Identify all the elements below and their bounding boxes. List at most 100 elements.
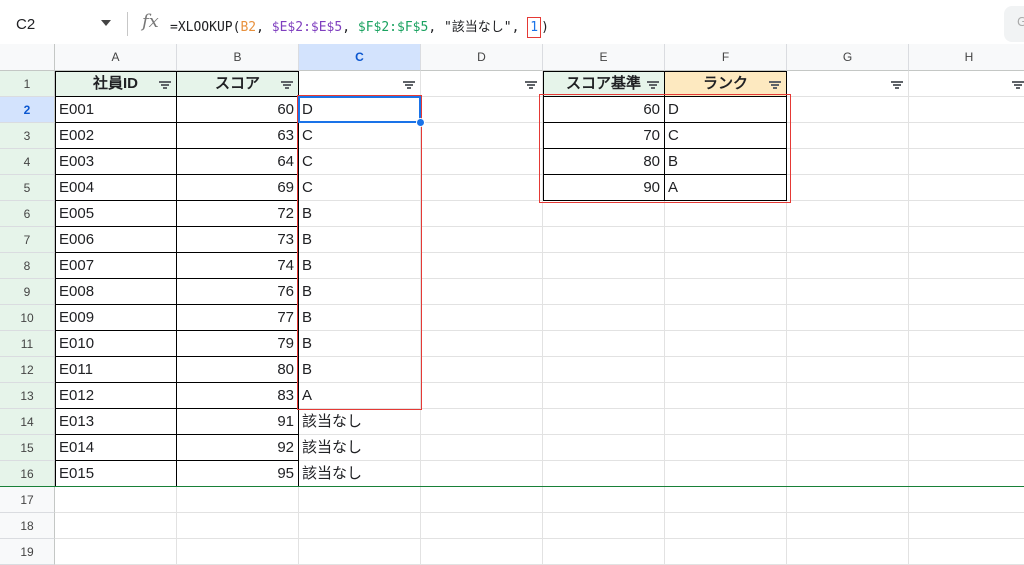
- cell[interactable]: [665, 279, 787, 305]
- rank-result-cell[interactable]: B: [299, 305, 421, 331]
- cell[interactable]: [909, 461, 1024, 487]
- employee-id-cell[interactable]: E004: [55, 175, 177, 201]
- formula-input[interactable]: =XLOOKUP(B2, $E$2:$E$5, $F$2:$F$5, "該当なし…: [170, 16, 549, 38]
- cell[interactable]: [543, 331, 665, 357]
- score-cell[interactable]: 60: [177, 97, 299, 123]
- criteria-threshold-cell[interactable]: 90: [543, 175, 665, 201]
- cell[interactable]: [55, 539, 177, 565]
- rank-result-cell[interactable]: D: [299, 97, 421, 123]
- cell[interactable]: [909, 123, 1024, 149]
- employee-id-cell[interactable]: E002: [55, 123, 177, 149]
- row-header-8[interactable]: 8: [0, 253, 55, 279]
- cell[interactable]: [665, 331, 787, 357]
- cell[interactable]: [909, 331, 1024, 357]
- score-cell[interactable]: 64: [177, 149, 299, 175]
- score-cell[interactable]: 76: [177, 279, 299, 305]
- cell[interactable]: [787, 461, 909, 487]
- column-header-e[interactable]: E: [543, 44, 665, 71]
- employee-id-cell[interactable]: E001: [55, 97, 177, 123]
- score-cell[interactable]: 80: [177, 357, 299, 383]
- cell[interactable]: [665, 435, 787, 461]
- rank-result-cell[interactable]: B: [299, 357, 421, 383]
- cell[interactable]: [909, 227, 1024, 253]
- rank-result-cell[interactable]: B: [299, 201, 421, 227]
- cell[interactable]: [421, 435, 543, 461]
- cell[interactable]: [543, 383, 665, 409]
- rank-result-cell[interactable]: B: [299, 227, 421, 253]
- cell[interactable]: [421, 513, 543, 539]
- cell[interactable]: [421, 409, 543, 435]
- cell[interactable]: [543, 201, 665, 227]
- row-header-10[interactable]: 10: [0, 305, 55, 331]
- cell[interactable]: [909, 487, 1024, 513]
- cell[interactable]: [787, 227, 909, 253]
- row-header-14[interactable]: 14: [0, 409, 55, 435]
- cell[interactable]: [299, 513, 421, 539]
- criteria-rank-cell[interactable]: C: [665, 123, 787, 149]
- cell[interactable]: [421, 279, 543, 305]
- cell[interactable]: [421, 201, 543, 227]
- employee-id-cell[interactable]: E007: [55, 253, 177, 279]
- row-header-11[interactable]: 11: [0, 331, 55, 357]
- row-header-1[interactable]: 1: [0, 71, 55, 97]
- cell[interactable]: [421, 175, 543, 201]
- cell[interactable]: [787, 149, 909, 175]
- cell[interactable]: [299, 487, 421, 513]
- cell[interactable]: [909, 201, 1024, 227]
- row-header-6[interactable]: 6: [0, 201, 55, 227]
- rank-result-cell[interactable]: 該当なし: [299, 461, 421, 487]
- score-cell[interactable]: 83: [177, 383, 299, 409]
- cell[interactable]: [543, 461, 665, 487]
- cell[interactable]: [421, 331, 543, 357]
- rank-result-cell[interactable]: 該当なし: [299, 409, 421, 435]
- cell[interactable]: [787, 409, 909, 435]
- cell[interactable]: [787, 539, 909, 565]
- cell[interactable]: [787, 357, 909, 383]
- cell[interactable]: [299, 539, 421, 565]
- employee-id-cell[interactable]: E011: [55, 357, 177, 383]
- cell[interactable]: [177, 513, 299, 539]
- cell[interactable]: [177, 539, 299, 565]
- rank-result-cell[interactable]: A: [299, 383, 421, 409]
- rank-result-cell[interactable]: C: [299, 149, 421, 175]
- column-header-d[interactable]: D: [421, 44, 543, 71]
- cell[interactable]: [787, 123, 909, 149]
- cell[interactable]: [787, 97, 909, 123]
- rank-result-cell[interactable]: B: [299, 331, 421, 357]
- employee-id-cell[interactable]: E012: [55, 383, 177, 409]
- column-header-b[interactable]: B: [177, 44, 299, 71]
- cell[interactable]: [543, 435, 665, 461]
- row-header-7[interactable]: 7: [0, 227, 55, 253]
- score-cell[interactable]: 79: [177, 331, 299, 357]
- cell[interactable]: [665, 357, 787, 383]
- score-cell[interactable]: 63: [177, 123, 299, 149]
- cell[interactable]: [787, 331, 909, 357]
- score-cell[interactable]: 69: [177, 175, 299, 201]
- rank-result-cell[interactable]: 該当なし: [299, 435, 421, 461]
- cell[interactable]: [421, 305, 543, 331]
- score-cell[interactable]: 92: [177, 435, 299, 461]
- filter-icon[interactable]: [647, 81, 659, 89]
- row-header-9[interactable]: 9: [0, 279, 55, 305]
- row-header-12[interactable]: 12: [0, 357, 55, 383]
- row-header-13[interactable]: 13: [0, 383, 55, 409]
- select-all-corner[interactable]: [0, 44, 55, 71]
- cell[interactable]: [421, 539, 543, 565]
- column-header-g[interactable]: G: [787, 44, 909, 71]
- cell[interactable]: [787, 487, 909, 513]
- criteria-threshold-cell[interactable]: 70: [543, 123, 665, 149]
- cell[interactable]: [909, 409, 1024, 435]
- score-cell[interactable]: 73: [177, 227, 299, 253]
- cell[interactable]: [909, 279, 1024, 305]
- cell[interactable]: [909, 97, 1024, 123]
- cell[interactable]: [421, 97, 543, 123]
- name-box[interactable]: C2: [16, 16, 35, 33]
- score-cell[interactable]: 95: [177, 461, 299, 487]
- rank-result-cell[interactable]: B: [299, 279, 421, 305]
- cell[interactable]: [543, 539, 665, 565]
- row-header-3[interactable]: 3: [0, 123, 55, 149]
- cell[interactable]: [665, 513, 787, 539]
- row-header-15[interactable]: 15: [0, 435, 55, 461]
- cell[interactable]: [787, 253, 909, 279]
- cell[interactable]: [543, 513, 665, 539]
